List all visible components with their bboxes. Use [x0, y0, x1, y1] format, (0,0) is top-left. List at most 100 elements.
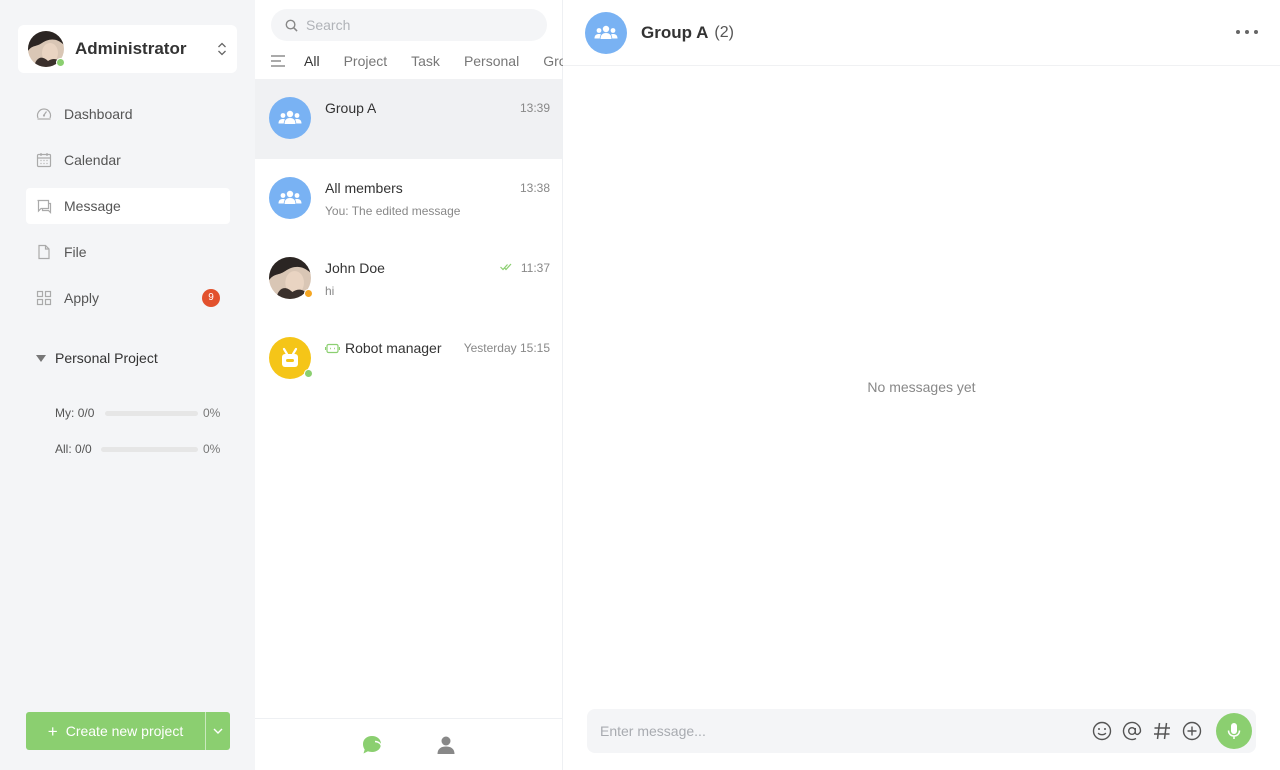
calendar-icon — [36, 153, 52, 168]
conversation-name: Group A — [325, 100, 377, 116]
nav-item-dashboard[interactable]: Dashboard — [26, 96, 230, 132]
conversation-preview: You: The edited message — [325, 204, 461, 218]
personal-project-toggle[interactable]: Personal Project — [36, 350, 158, 366]
read-check-icon — [500, 263, 512, 271]
online-status-dot — [304, 369, 313, 378]
file-icon — [38, 244, 50, 260]
user-name: Administrator — [75, 39, 187, 58]
filter-tab-all[interactable]: All — [304, 53, 320, 69]
group-icon — [278, 110, 302, 124]
filter-tab-task[interactable]: Task — [411, 53, 440, 69]
search-box — [271, 9, 547, 41]
menu-icon[interactable] — [271, 55, 286, 67]
apps-icon — [36, 290, 52, 306]
filter-tab-personal[interactable]: Personal — [464, 53, 519, 69]
more-options-button[interactable] — [1236, 22, 1258, 42]
contacts-icon[interactable] — [435, 734, 457, 756]
create-project-label: Create new project — [65, 723, 184, 739]
add-attachment-button[interactable] — [1181, 720, 1203, 742]
dashboard-icon — [36, 108, 52, 120]
create-project-dropdown[interactable] — [205, 712, 230, 750]
empty-state-text: No messages yet — [867, 379, 976, 395]
conversation-item[interactable]: Robot manager Yesterday 15:15 — [255, 319, 562, 399]
user-switcher[interactable]: Administrator — [18, 25, 237, 73]
chat-title: Group A — [641, 22, 709, 42]
group-icon — [278, 190, 302, 204]
progress-bar — [105, 410, 198, 416]
hashtag-icon — [1154, 722, 1170, 740]
nav-item-message[interactable]: Message — [26, 188, 230, 224]
nav-item-calendar[interactable]: Calendar — [26, 142, 230, 178]
conversation-name: John Doe — [325, 260, 385, 276]
plus-icon: + — [47, 721, 58, 741]
create-project-group: + Create new project — [26, 712, 230, 750]
more-dot — [1236, 30, 1240, 34]
at-sign-icon — [1122, 721, 1142, 741]
progress-label: All: 0/0 — [55, 442, 92, 456]
progress-percent: 0% — [203, 406, 221, 420]
bot-tag-icon — [325, 343, 340, 354]
message-input[interactable] — [600, 723, 1083, 739]
chat-bubbles-icon[interactable] — [361, 734, 383, 756]
progress-percent: 0% — [203, 442, 221, 456]
voice-record-button[interactable] — [1216, 713, 1252, 749]
chevron-updown-icon — [218, 42, 226, 56]
conversation-time: Yesterday 15:15 — [463, 341, 550, 355]
topic-button[interactable] — [1151, 720, 1173, 742]
plus-circle-icon — [1182, 721, 1202, 741]
online-status-dot — [56, 58, 65, 67]
conversation-name: All members — [325, 180, 403, 196]
caret-down-icon — [36, 354, 46, 362]
nav-label: Calendar — [64, 152, 121, 168]
group-avatar — [269, 97, 311, 139]
conversation-time: 11:37 — [520, 261, 550, 275]
conversation-item[interactable]: All members 13:38 You: The edited messag… — [255, 159, 562, 239]
progress-row-my: My: 0/0 0% — [55, 406, 220, 420]
filter-tab-project[interactable]: Project — [344, 53, 388, 69]
message-composer — [587, 709, 1256, 753]
conversation-item[interactable]: Group A 13:39 — [255, 79, 562, 159]
conversation-time: 13:38 — [519, 181, 550, 195]
mention-button[interactable] — [1121, 720, 1143, 742]
user-avatar — [269, 257, 313, 299]
group-avatar — [269, 177, 311, 219]
more-dot — [1254, 30, 1258, 34]
group-avatar — [585, 11, 627, 54]
emoji-button[interactable] — [1091, 720, 1113, 742]
conversation-list: Group A 13:39 All members 13:38 You: The… — [255, 79, 562, 399]
sidebar: Administrator Dashboard Calendar Message… — [0, 0, 255, 770]
nav-label: File — [64, 244, 87, 260]
nav-item-file[interactable]: File — [26, 234, 230, 270]
notification-badge: 9 — [202, 289, 220, 307]
nav-label: Message — [64, 198, 121, 214]
nav-item-apply[interactable]: Apply 9 — [26, 280, 230, 316]
nav-label: Dashboard — [64, 106, 133, 122]
bot-avatar — [269, 337, 313, 379]
away-status-dot — [304, 289, 313, 298]
search-input[interactable] — [306, 17, 533, 33]
emoji-icon — [1092, 721, 1112, 741]
search-icon — [285, 19, 298, 32]
conversation-panel: All Project Task Personal Group Group A … — [255, 0, 563, 770]
message-icon — [37, 199, 52, 214]
chat-panel: Group A (2) No messages yet — [563, 0, 1280, 770]
conversation-preview: hi — [325, 284, 335, 298]
progress-bar — [101, 446, 198, 452]
more-dot — [1245, 30, 1249, 34]
chevron-down-icon — [213, 728, 223, 734]
conversation-time: 13:39 — [519, 101, 550, 115]
member-count: (2) — [714, 23, 734, 41]
main-nav: Dashboard Calendar Message File Apply 9 — [26, 96, 230, 326]
conversation-filters: All Project Task Personal Group — [271, 50, 563, 72]
microphone-icon — [1227, 723, 1241, 739]
create-project-button[interactable]: + Create new project — [26, 712, 205, 750]
filter-tab-group[interactable]: Group — [543, 53, 563, 69]
conversation-item[interactable]: John Doe 11:37 hi — [255, 239, 562, 319]
conversation-footer — [255, 718, 562, 770]
user-avatar — [28, 31, 65, 67]
progress-row-all: All: 0/0 0% — [55, 442, 220, 456]
progress-label: My: 0/0 — [55, 406, 95, 420]
chat-header: Group A (2) — [563, 0, 1280, 66]
conversation-name: Robot manager — [345, 340, 442, 356]
robot-icon — [282, 347, 298, 367]
